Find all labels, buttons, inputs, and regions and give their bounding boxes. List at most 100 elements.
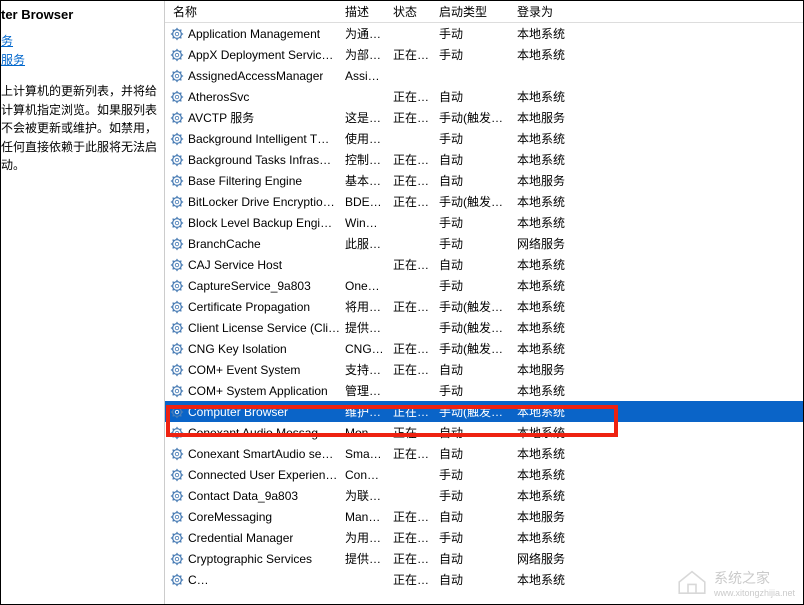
table-row[interactable]: Certificate Propagation将用…正在…手动(触发…本地系统 [165,296,803,317]
service-gear-icon [169,278,185,294]
service-status: 正在… [393,193,439,210]
service-gear-icon [169,26,185,42]
service-start: 手动 [439,214,517,231]
table-row[interactable]: Conexant SmartAudio se…Sma…正在…自动本地系统 [165,443,803,464]
service-gear-icon [169,446,185,462]
service-start: 自动 [439,424,517,441]
service-gear-icon [169,299,185,315]
service-desc: 使用… [345,130,393,147]
service-gear-icon [169,362,185,378]
service-name: BranchCache [188,237,261,251]
link-restart[interactable]: 服务 [1,51,158,68]
service-name: CAJ Service Host [188,258,282,272]
table-row[interactable]: Background Intelligent T…使用…手动本地系统 [165,128,803,149]
table-row[interactable]: COM+ System Application管理…手动本地系统 [165,380,803,401]
service-gear-icon [169,173,185,189]
service-name: COM+ Event System [188,363,300,377]
service-start: 手动 [439,25,517,42]
service-status: 正在… [393,340,439,357]
service-name: COM+ System Application [188,384,328,398]
service-desc: 此服… [345,235,393,252]
services-rows[interactable]: Application Management为通…手动本地系统AppX Depl… [165,23,803,590]
service-start: 手动(触发… [439,298,517,315]
service-gear-icon [169,509,185,525]
service-desc: 管理… [345,382,393,399]
service-name: Background Tasks Infras… [188,153,331,167]
service-logon: 本地服务 [517,361,597,378]
service-desc: 基本… [345,172,393,189]
service-name: Conexant Audio Messag… [188,426,330,440]
service-logon: 本地系统 [517,46,597,63]
header-status[interactable]: 状态 [393,3,439,20]
service-start: 手动 [439,277,517,294]
table-row[interactable]: Background Tasks Infras…控制…正在…自动本地系统 [165,149,803,170]
service-desc: 为通… [345,25,393,42]
table-row[interactable]: Connected User Experien…Con…手动本地系统 [165,464,803,485]
service-start: 手动(触发… [439,340,517,357]
table-row[interactable]: BranchCache 此服… 手动网络服务 [165,233,803,254]
table-row[interactable]: Base Filtering Engine基本…正在…自动本地服务 [165,170,803,191]
service-desc: CNG… [345,342,393,356]
service-gear-icon [169,425,185,441]
service-start: 自动 [439,172,517,189]
header-name[interactable]: 名称 [165,3,345,20]
service-name: Contact Data_9a803 [188,489,298,503]
service-desc: 将用… [345,298,393,315]
watermark-text: 系统之家 [714,568,795,588]
service-name: Cryptographic Services [188,552,312,566]
service-start: 手动 [439,235,517,252]
table-row[interactable]: CAJ Service Host正在…自动本地系统 [165,254,803,275]
service-logon: 本地系统 [517,88,597,105]
table-row[interactable]: Conexant Audio Messag…Mon…正在…自动本地系统 [165,422,803,443]
table-row[interactable]: Contact Data_9a803为联…手动本地系统 [165,485,803,506]
service-desc: 提供… [345,319,393,336]
table-row[interactable]: Computer Browser维护…正在…手动(触发…本地系统 [165,401,803,422]
table-row[interactable]: Credential Manager为用…正在…手动本地系统 [165,527,803,548]
service-logon: 本地系统 [517,403,597,420]
table-row[interactable]: CNG Key IsolationCNG…正在…手动(触发…本地系统 [165,338,803,359]
table-row[interactable]: BitLocker Drive Encryptio…BDE…正在…手动(触发…本… [165,191,803,212]
service-logon: 本地系统 [517,277,597,294]
service-start: 自动 [439,571,517,588]
service-start: 自动 [439,550,517,567]
table-row[interactable]: AppX Deployment Servic…为部…正在…手动本地系统 [165,44,803,65]
service-gear-icon [169,530,185,546]
table-row[interactable]: AtherosSvc正在…自动本地系统 [165,86,803,107]
table-row[interactable]: COM+ Event System支持…正在…自动本地服务 [165,359,803,380]
service-logon: 本地系统 [517,529,597,546]
header-logon[interactable]: 登录为 [517,3,597,20]
service-name: CoreMessaging [188,510,272,524]
service-gear-icon [169,320,185,336]
table-row[interactable]: CaptureService_9a803One…手动本地系统 [165,275,803,296]
table-row[interactable]: Block Level Backup Engi…Win…手动本地系统 [165,212,803,233]
link-start[interactable]: 务 [1,32,158,49]
service-desc: 为部… [345,46,393,63]
header-desc[interactable]: 描述 [345,3,393,20]
service-logon: 本地系统 [517,319,597,336]
service-action-links: 务 服务 [1,32,158,68]
service-logon: 网络服务 [517,235,597,252]
service-gear-icon [169,383,185,399]
table-row[interactable]: Cryptographic Services提供…正在…自动网络服务 [165,548,803,569]
service-gear-icon [169,404,185,420]
table-row[interactable]: CoreMessagingMan…正在…自动本地服务 [165,506,803,527]
table-row[interactable]: AVCTP 服务这是…正在…手动(触发…本地服务 [165,107,803,128]
service-start: 手动 [439,382,517,399]
table-row[interactable]: Client License Service (Cli…提供…手动(触发…本地系… [165,317,803,338]
service-status: 正在… [393,88,439,105]
service-desc: Man… [345,510,393,524]
service-name: Client License Service (Cli… [188,321,340,335]
header-start[interactable]: 启动类型 [439,3,517,20]
service-start: 手动 [439,466,517,483]
service-logon: 网络服务 [517,550,597,567]
service-logon: 本地系统 [517,487,597,504]
table-row[interactable]: AssignedAccessManagerAssi… [165,65,803,86]
service-desc: One… [345,279,393,293]
table-row[interactable]: Application Management为通…手动本地系统 [165,23,803,44]
column-headers[interactable]: 名称 描述 状态 启动类型 登录为 [165,1,803,23]
service-name: Application Management [188,27,320,41]
service-logon: 本地系统 [517,193,597,210]
service-gear-icon [169,572,185,588]
service-logon: 本地系统 [517,445,597,462]
service-status: 正在… [393,508,439,525]
